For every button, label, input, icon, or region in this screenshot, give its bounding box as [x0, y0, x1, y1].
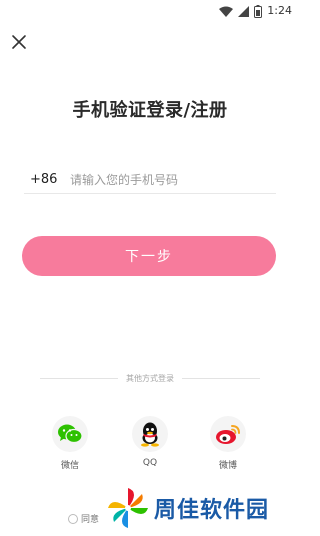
wechat-label: 微信	[60, 461, 79, 471]
signal-icon	[238, 5, 250, 17]
qq-icon	[132, 416, 168, 452]
close-icon	[12, 35, 26, 49]
weibo-label: 微博	[218, 461, 237, 471]
watermark-text: 周佳软件园	[154, 498, 270, 523]
next-step-label: 下一步	[125, 249, 173, 265]
status-bar: 1:24	[0, 0, 300, 22]
weibo-icon	[210, 416, 246, 452]
wifi-icon	[219, 6, 234, 17]
battery-icon	[254, 4, 263, 18]
phone-number-input[interactable]	[64, 172, 264, 187]
agreement-row[interactable]: 同意	[68, 512, 99, 525]
country-code[interactable]: +86	[24, 172, 64, 187]
agreement-text: 同意	[81, 515, 100, 525]
status-icons: 1:24	[219, 4, 292, 18]
wechat-login-button[interactable]: 微信	[45, 416, 95, 471]
page-title: 手机验证登录/注册	[72, 100, 228, 121]
weibo-login-button[interactable]: 微博	[203, 416, 253, 471]
qq-login-button[interactable]: QQ	[125, 416, 175, 468]
status-time: 1:24	[267, 4, 292, 17]
other-login-divider: 其他方式登录	[40, 371, 260, 385]
next-step-button[interactable]: 下一步	[22, 236, 276, 276]
close-button[interactable]	[10, 33, 28, 51]
divider-line-left	[40, 377, 118, 379]
agreement-radio[interactable]	[68, 513, 78, 524]
other-login-text: 其他方式登录	[126, 373, 174, 383]
divider-line-right	[182, 377, 260, 379]
phone-input-row: +86	[24, 166, 276, 194]
pinwheel-logo-icon	[108, 488, 148, 528]
qq-label: QQ	[142, 458, 158, 468]
watermark: 周佳软件园	[106, 486, 269, 530]
wechat-icon	[52, 416, 88, 452]
